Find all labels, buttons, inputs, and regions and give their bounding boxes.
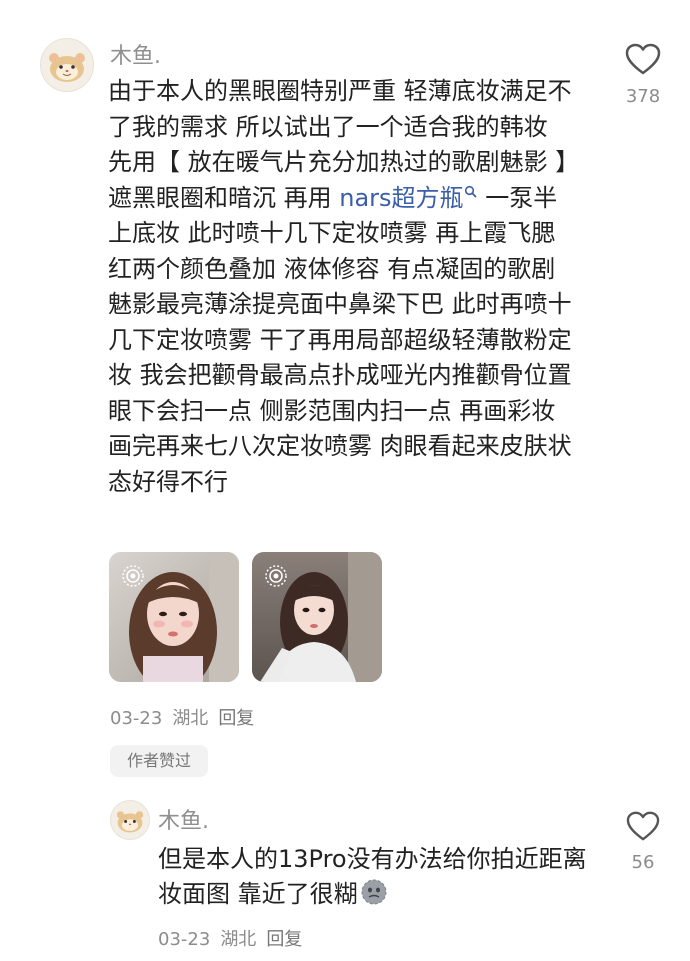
heart-icon[interactable] bbox=[625, 810, 661, 842]
comment-username[interactable]: 木鱼. bbox=[110, 38, 161, 70]
comment-meta: 03-23 湖北 回复 bbox=[110, 704, 264, 730]
reply-meta: 03-23 湖北 回复 bbox=[158, 925, 312, 951]
author-liked-badge: 作者赞过 bbox=[110, 745, 208, 777]
product-link-label[interactable]: nars超方瓶 bbox=[339, 184, 463, 212]
comment-text: 由于本人的黑眼圈特别严重 轻薄底妆满足不了我的需求 所以试出了一个适合我的韩妆 … bbox=[108, 74, 578, 500]
avatar[interactable] bbox=[40, 38, 94, 92]
reply-username[interactable]: 木鱼. bbox=[158, 803, 209, 835]
like-count: 378 bbox=[625, 86, 661, 107]
reply-location: 湖北 bbox=[220, 929, 257, 950]
hamster-avatar-icon bbox=[49, 53, 85, 82]
live-photo-icon bbox=[265, 565, 287, 587]
product-search-link[interactable]: nars超方瓶 bbox=[339, 184, 477, 212]
reply-like-count: 56 bbox=[631, 852, 655, 873]
reply-reply-button[interactable]: 回复 bbox=[266, 929, 302, 950]
reply-date: 03-23 bbox=[158, 929, 211, 950]
heart-icon[interactable] bbox=[624, 42, 662, 76]
comment-photo-2[interactable] bbox=[252, 552, 382, 682]
reply-avatar[interactable] bbox=[110, 800, 150, 840]
comment-location: 湖北 bbox=[172, 708, 209, 729]
comment-photo-1[interactable] bbox=[109, 552, 239, 682]
blurry-face-emoji-icon bbox=[361, 879, 387, 905]
search-icon[interactable] bbox=[464, 185, 478, 199]
comment-date: 03-23 bbox=[110, 708, 163, 729]
comment-text-part: 一泵半上底妆 此时喷十几下定妆喷雾 再上霞飞腮红两个颜色叠加 液体修容 有点凝固… bbox=[108, 183, 572, 496]
live-photo-icon bbox=[122, 565, 144, 587]
reply-button[interactable]: 回复 bbox=[218, 708, 254, 729]
hamster-avatar-icon bbox=[116, 811, 144, 833]
reply-text: 但是本人的13Pro没有办法给你拍近距离妆面图 靠近了很糊 bbox=[158, 842, 598, 912]
